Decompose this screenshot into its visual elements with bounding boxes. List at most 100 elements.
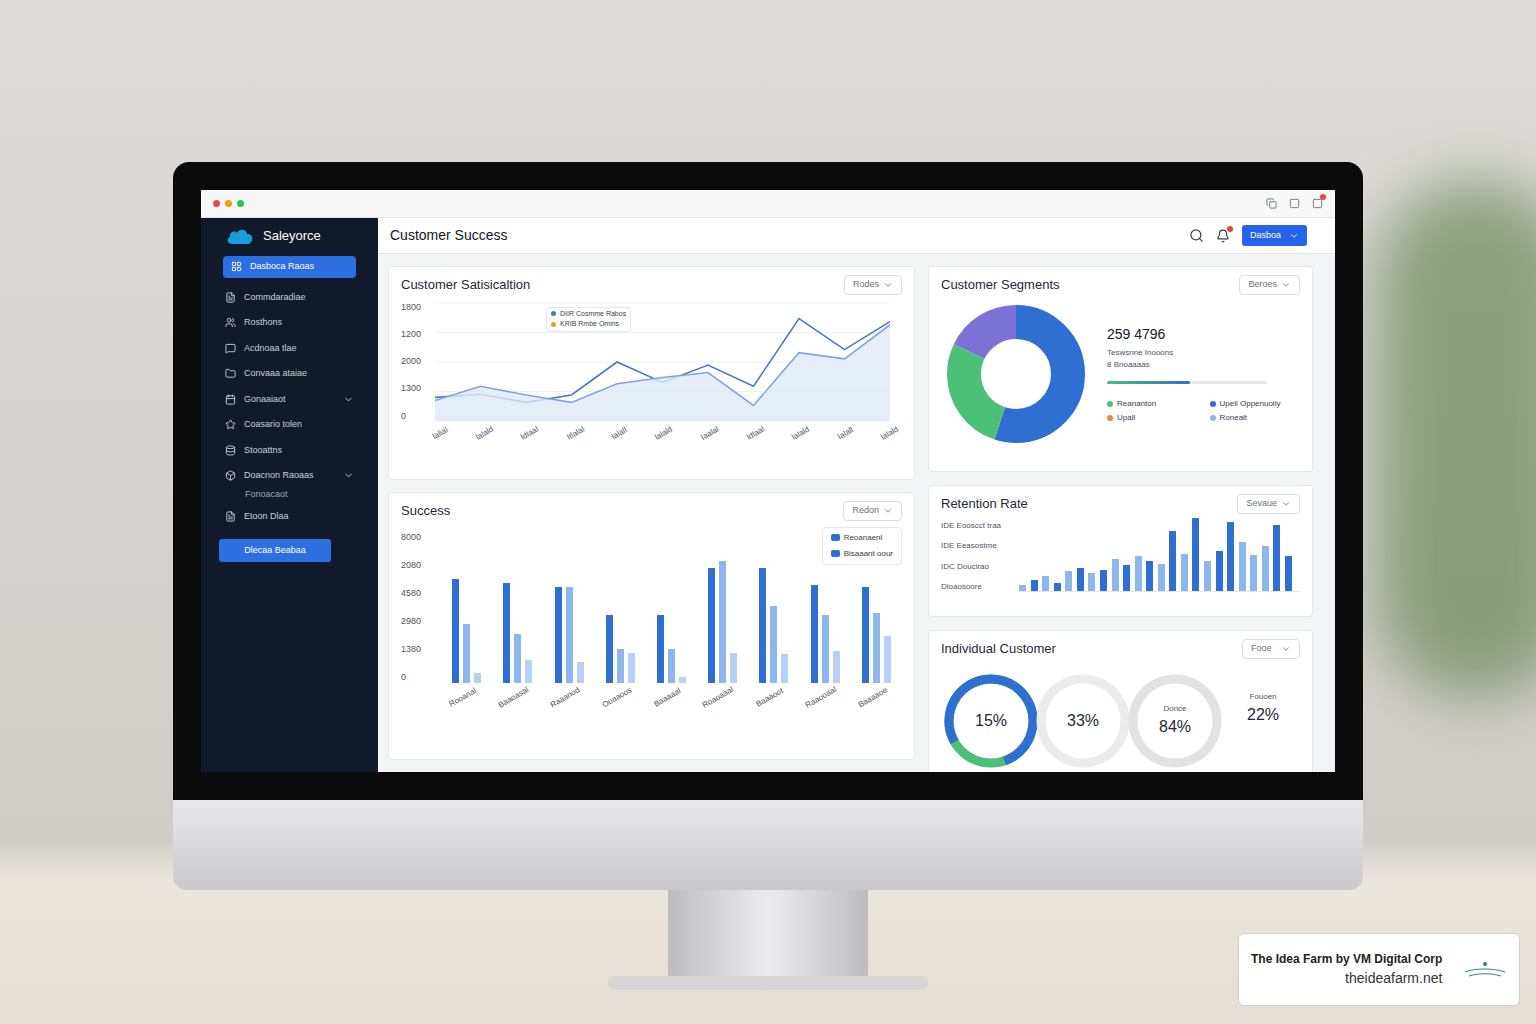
ring-label: Donce — [1163, 703, 1186, 715]
bar — [525, 660, 532, 683]
bar — [1273, 525, 1280, 590]
y-tick: 1200 — [401, 330, 435, 339]
x-label: lalald — [474, 423, 501, 451]
sidebar-item[interactable]: Commdaradiae — [225, 288, 354, 308]
sidebar-item[interactable]: Etoon Dlaa — [225, 507, 354, 527]
chevron-down-icon — [1281, 280, 1291, 290]
sidebar-item-icon — [231, 261, 242, 272]
sidebar-item[interactable]: Rosthons — [225, 313, 354, 333]
retention-chart: IDE Eooscct traa IDE Eeasostme IDC Doucira… — [941, 518, 1300, 592]
bar — [708, 568, 715, 682]
y-tick: 2000 — [401, 357, 435, 366]
y-tick: 4580 — [401, 589, 441, 598]
sidebar-item-icon — [225, 292, 236, 303]
bar — [555, 587, 562, 683]
sidebar-item[interactable]: Acdnoaa tlae — [225, 339, 354, 359]
legend-dot — [1107, 401, 1113, 407]
main: Customer Success Dasboa Customer Satisical… — [378, 218, 1335, 772]
y-label: IDE Eeasostme — [941, 542, 1019, 550]
window-dot[interactable] — [237, 200, 244, 207]
copy-icon[interactable] — [1266, 198, 1277, 209]
panel-dropdown[interactable]: Redon — [843, 501, 902, 521]
panel-dropdown[interactable]: Fooe — [1242, 639, 1300, 659]
bar — [1169, 531, 1176, 590]
bar — [1077, 568, 1084, 590]
idea-farm-logo-icon — [1463, 958, 1507, 982]
sidebar-item-icon — [225, 470, 236, 481]
chart-legend: ReoanaenlBisaaant oour — [822, 527, 902, 565]
bar — [1123, 565, 1130, 590]
donut-slice — [964, 322, 1068, 426]
panel-dropdown[interactable]: Rodes — [844, 275, 902, 295]
x-label: Raaooaal — [803, 684, 845, 722]
legend-label: Ronealt — [1220, 412, 1248, 424]
sidebar-item[interactable]: Convaaa ataiae — [225, 364, 354, 384]
ring-value: 84% — [1159, 715, 1191, 739]
bar-group — [862, 587, 891, 683]
segments-progress — [1107, 381, 1267, 384]
window-dot[interactable] — [213, 200, 220, 207]
sidebar-item[interactable]: Gonaaiaot — [225, 390, 354, 410]
bar — [617, 649, 624, 683]
bar — [1088, 573, 1095, 591]
plant — [1376, 180, 1536, 700]
notification-badge — [1227, 226, 1233, 232]
ring-stat: Donce84% — [1125, 671, 1225, 771]
bar — [1227, 522, 1234, 590]
bar — [1135, 556, 1142, 590]
bar — [566, 587, 573, 683]
bar-group — [503, 583, 532, 682]
sidebar-item-icon — [225, 511, 236, 522]
bar — [719, 561, 726, 683]
y-label: IDE Eooscct traa — [941, 522, 1019, 530]
monitor-chin — [173, 800, 1363, 890]
y-tick: 1300 — [401, 384, 435, 393]
sidebar-item[interactable]: Doacnon Raoaas — [225, 466, 354, 486]
x-label: Raaanod — [548, 684, 588, 721]
scene: Saleyorce Dasboca Raoas Commdaradiae Rostho… — [0, 0, 1536, 1024]
square-icon[interactable] — [1289, 198, 1300, 209]
sidebar-item-icon — [225, 343, 236, 354]
sidebar-item-icon — [225, 419, 236, 430]
chevron-down-icon — [343, 394, 354, 405]
panel-title: Customer Satisicaltion — [401, 275, 530, 295]
panel-dropdown[interactable]: Sevaue — [1237, 494, 1300, 514]
sidebar-item[interactable]: Coasario tolen — [225, 415, 354, 435]
segments-sub: 8 Bnoaaaas — [1107, 359, 1300, 371]
brand: Saleyorce — [225, 226, 354, 246]
sidebar-subitem[interactable]: Fonoacaot — [225, 488, 354, 502]
panel-dropdown[interactable]: Beroes — [1239, 275, 1300, 295]
bar — [514, 634, 521, 683]
bar — [770, 606, 777, 683]
bar — [1065, 571, 1072, 590]
header-button[interactable]: Dasboa — [1242, 225, 1307, 247]
x-label: lalald — [653, 423, 680, 451]
bar — [1031, 580, 1038, 590]
bar-group — [657, 615, 686, 683]
monitor: Saleyorce Dasboca Raoas Commdaradiae Rostho… — [173, 162, 1363, 990]
bar — [679, 677, 686, 683]
bar — [833, 651, 840, 683]
main-header: Customer Success Dasboa — [378, 218, 1335, 254]
bar — [1100, 570, 1107, 591]
notification-dot — [1320, 194, 1326, 200]
bar — [1158, 564, 1165, 591]
cloud-logo-icon — [225, 226, 255, 246]
sidebar-item-icon — [225, 394, 236, 405]
sidebar-item[interactable]: Stooattns — [225, 441, 354, 461]
bar — [781, 654, 788, 682]
brand-name: Saleyorce — [263, 226, 321, 246]
page-title: Customer Success — [390, 225, 507, 246]
legend-label: Upell Oppenuoily — [1220, 398, 1281, 410]
chevron-down-icon — [883, 506, 893, 516]
sidebar-item[interactable]: Dasboca Raoas — [223, 256, 356, 278]
bar — [606, 615, 613, 683]
sidebar-button[interactable]: Dlecaa Beabaa — [219, 539, 331, 563]
window-dot[interactable] — [225, 200, 232, 207]
y-label: IDC Doucirao — [941, 563, 1019, 571]
chevron-down-icon — [1281, 644, 1291, 654]
bar-group — [708, 561, 737, 683]
panel-title: Retention Rate — [941, 494, 1028, 514]
bar — [1204, 561, 1211, 591]
search-icon[interactable] — [1189, 228, 1204, 243]
